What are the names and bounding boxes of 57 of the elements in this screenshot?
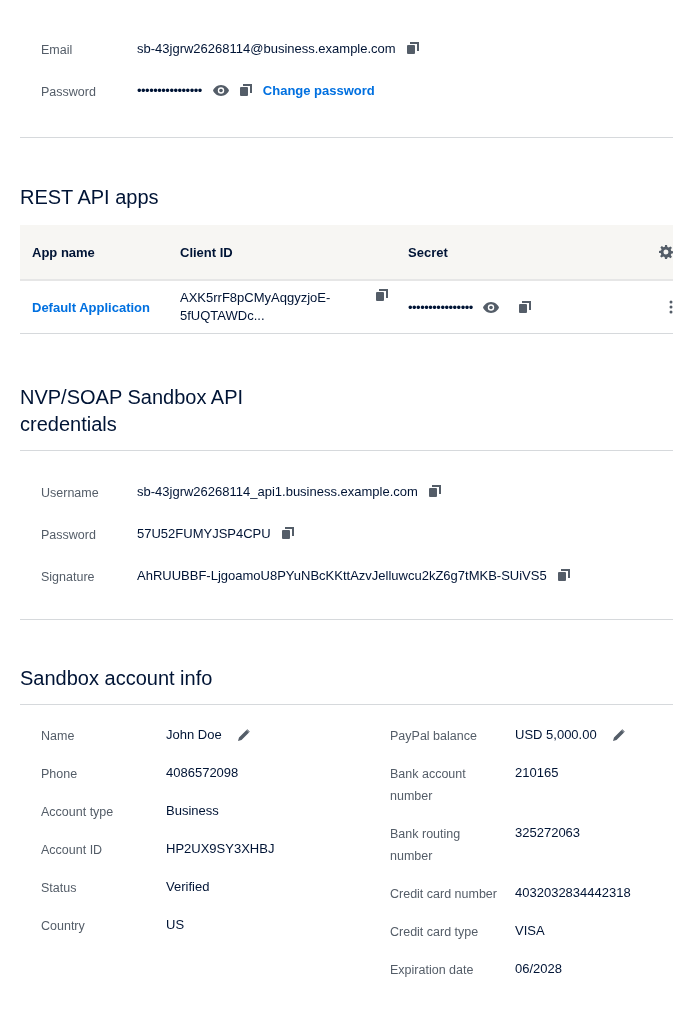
field-value: John Doe	[166, 727, 222, 742]
field-label: Email	[41, 43, 74, 57]
field-value: HP2UX9SY3XHBJ	[166, 841, 275, 856]
masked-secret: ••••••••••••••••	[408, 299, 473, 315]
field-label: Account ID	[41, 842, 104, 859]
settings-icon[interactable]	[659, 245, 673, 259]
field-label: Bank routing number	[390, 826, 462, 865]
field-value: 325272063	[515, 825, 581, 840]
field-value: sb-43jgrw26268114_api1.business.example.com	[137, 483, 418, 499]
field-label: Bank account number	[390, 766, 467, 805]
show-secret-icon[interactable]	[482, 301, 499, 313]
column-header: Secret	[407, 244, 449, 260]
column-header: Client ID	[179, 244, 234, 260]
more-options-icon[interactable]	[669, 300, 673, 314]
field-label: Name	[41, 728, 76, 745]
field-value: AhRUUBBF-LjgoamoU8PYuNBcKKttAzvJelluwcu2kZ6g7tMKB-SUiVS5	[137, 567, 547, 583]
change-password-link[interactable]: Change password	[262, 82, 375, 98]
edit-icon[interactable]	[612, 728, 625, 741]
field-label: Signature	[41, 570, 96, 584]
column-header: App name	[31, 244, 96, 260]
field-label: Status	[41, 880, 78, 897]
field-label: Country	[41, 918, 86, 935]
field-value: US	[166, 917, 185, 932]
field-label: Expiration date	[390, 962, 475, 979]
field-label: Credit card type	[390, 924, 480, 941]
field-value: USD 5,000.00	[515, 727, 597, 742]
masked-password: ••••••••••••••••	[137, 82, 202, 98]
copy-icon[interactable]	[428, 485, 441, 497]
section-heading: NVP/SOAP Sandbox API credentials	[20, 385, 245, 437]
app-name-link[interactable]: Default Application	[32, 299, 150, 315]
field-value: Verified	[166, 879, 210, 894]
field-value: 4032032834442318	[515, 885, 631, 900]
field-value: Business	[166, 803, 219, 818]
copy-icon[interactable]	[239, 84, 252, 96]
copy-icon[interactable]	[557, 569, 570, 581]
copy-icon[interactable]	[281, 527, 294, 539]
copy-icon[interactable]	[376, 289, 388, 301]
copy-icon[interactable]	[518, 301, 531, 313]
edit-icon[interactable]	[237, 728, 250, 741]
field-value: 4086572098	[166, 765, 239, 780]
client-id: AXK5rrF8pCMyAqgyzjoE-5fUQTAWDc...	[180, 289, 332, 325]
show-password-icon[interactable]	[212, 84, 229, 96]
field-value: 210165	[515, 765, 559, 780]
field-value: sb-43jgrw26268114@business.example.com	[137, 40, 396, 56]
field-value: 57U52FUMYJSP4CPU	[137, 525, 271, 541]
field-label: PayPal balance	[390, 728, 478, 745]
copy-icon[interactable]	[406, 42, 419, 54]
field-label: Username	[41, 486, 100, 500]
field-value: 06/2028	[515, 961, 562, 976]
section-heading: REST API apps	[20, 185, 160, 210]
field-label: Credit card number	[390, 886, 498, 903]
field-label: Password	[41, 85, 97, 99]
section-heading: Sandbox account info	[20, 666, 214, 691]
field-label: Password	[41, 528, 97, 542]
field-value: VISA	[515, 923, 545, 938]
field-label: Phone	[41, 766, 79, 783]
field-label: Account type	[41, 804, 115, 821]
